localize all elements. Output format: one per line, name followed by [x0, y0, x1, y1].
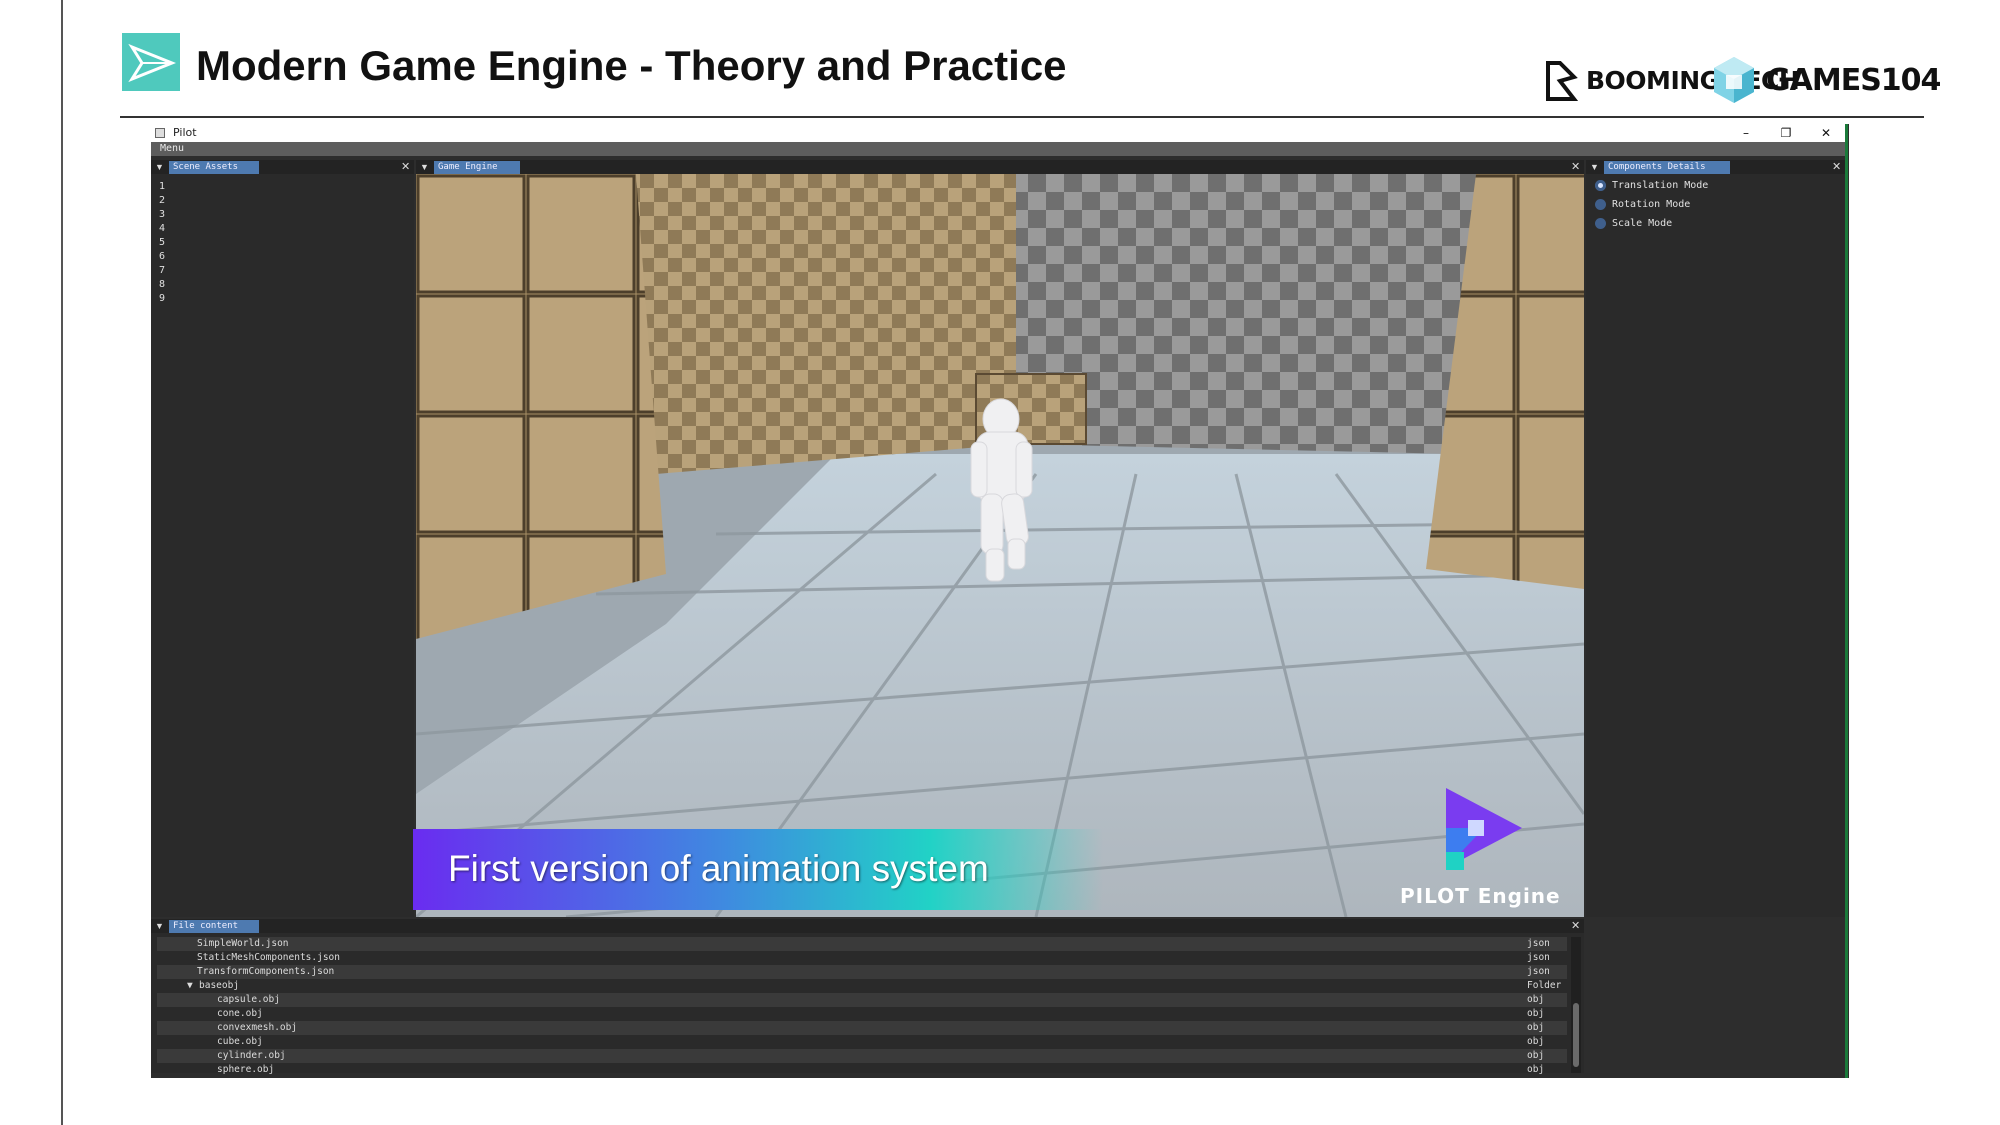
- booming-logo-icon: [1546, 61, 1578, 101]
- scene-assets-panel: ▼ Scene Assets ✕ 1 2 3 4 5 6 7 8 9: [151, 160, 414, 917]
- folder-row[interactable]: ▼ baseobj Folder: [157, 979, 1567, 993]
- menu-button[interactable]: Menu: [160, 143, 184, 154]
- restore-button[interactable]: ❐: [1771, 124, 1801, 142]
- window-edge: [1845, 124, 1848, 1078]
- file-table: SimpleWorld.json json StaticMeshComponen…: [157, 937, 1567, 1077]
- file-type: obj: [1527, 1064, 1545, 1075]
- pilot-engine-logo-icon: [1444, 786, 1524, 876]
- collapse-arrow-icon[interactable]: ▼: [155, 162, 164, 172]
- scene-assets-header: ▼ Scene Assets ✕: [151, 160, 414, 174]
- tab-components-details[interactable]: Components Details: [1604, 161, 1730, 174]
- game-viewport[interactable]: [416, 174, 1584, 917]
- file-type: obj: [1527, 1036, 1545, 1047]
- file-name: cone.obj: [217, 1008, 263, 1019]
- table-row[interactable]: cube.obj obj: [157, 1035, 1567, 1049]
- folder-expand-icon[interactable]: ▼: [187, 979, 193, 993]
- file-type: obj: [1527, 1050, 1545, 1061]
- file-name: capsule.obj: [217, 994, 280, 1005]
- close-icon[interactable]: ✕: [1571, 160, 1580, 174]
- radio-icon[interactable]: [1595, 218, 1606, 229]
- close-icon[interactable]: ✕: [401, 160, 410, 174]
- file-name: cube.obj: [217, 1036, 263, 1047]
- tab-scene-assets[interactable]: Scene Assets: [169, 161, 259, 174]
- table-row[interactable]: cylinder.obj obj: [157, 1049, 1567, 1063]
- file-type: json: [1527, 966, 1550, 977]
- components-panel: ▼ Components Details ✕ Translation Mode …: [1586, 160, 1845, 917]
- file-name: TransformComponents.json: [197, 966, 335, 977]
- games104-logo-text: GAMES104: [1766, 62, 1941, 98]
- file-type: Folder: [1527, 980, 1562, 991]
- file-name: StaticMeshComponents.json: [197, 952, 340, 963]
- pilot-engine-logo-text: PILOT Engine: [1400, 884, 1561, 908]
- close-icon[interactable]: ✕: [1571, 919, 1580, 933]
- minimize-button[interactable]: –: [1731, 124, 1761, 142]
- scene-render: [416, 174, 1584, 917]
- file-type: json: [1527, 938, 1550, 949]
- tab-game-engine[interactable]: Game Engine: [434, 161, 520, 174]
- game-engine-header: ▼ Game Engine ✕: [416, 160, 1584, 174]
- collapse-arrow-icon[interactable]: ▼: [155, 921, 164, 931]
- close-window-button[interactable]: ✕: [1811, 124, 1841, 142]
- mode-radio-group: Translation Mode Rotation Mode Scale Mod…: [1586, 174, 1845, 233]
- list-item[interactable]: 3: [151, 208, 414, 222]
- table-row[interactable]: SimpleWorld.json json: [157, 937, 1567, 951]
- window-title: Pilot: [173, 126, 197, 139]
- radio-selected-icon[interactable]: [1595, 180, 1606, 191]
- list-item[interactable]: 6: [151, 250, 414, 264]
- file-name: cylinder.obj: [217, 1050, 286, 1061]
- table-row[interactable]: cone.obj obj: [157, 1007, 1567, 1021]
- list-item[interactable]: 4: [151, 222, 414, 236]
- list-item[interactable]: 8: [151, 278, 414, 292]
- list-item[interactable]: 7: [151, 264, 414, 278]
- file-name: SimpleWorld.json: [197, 938, 289, 949]
- slide-title: Modern Game Engine - Theory and Practice: [196, 42, 1067, 89]
- file-content-panel: ▼ File content ✕ SimpleWorld.json json S…: [151, 919, 1584, 1075]
- file-scrollbar[interactable]: [1571, 937, 1581, 1073]
- file-type: obj: [1527, 994, 1545, 1005]
- table-row[interactable]: capsule.obj obj: [157, 993, 1567, 1007]
- rotation-mode-label: Rotation Mode: [1612, 199, 1691, 210]
- video-caption: First version of animation system: [448, 848, 989, 889]
- pilot-app-window: Pilot – ❐ ✕ Menu ▼ Scene Assets ✕ 1 2 3 …: [151, 124, 1849, 1078]
- scrollbar-thumb[interactable]: [1573, 1003, 1579, 1067]
- collapse-arrow-icon[interactable]: ▼: [420, 162, 429, 172]
- rotation-mode-option[interactable]: Rotation Mode: [1586, 195, 1845, 214]
- scale-mode-label: Scale Mode: [1612, 218, 1673, 229]
- games104-logo: GAMES104: [1712, 52, 1941, 108]
- games104-cube-icon: [1714, 57, 1754, 103]
- file-content-header: ▼ File content ✕: [151, 919, 1584, 933]
- table-row[interactable]: TransformComponents.json json: [157, 965, 1567, 979]
- app-icon: [155, 128, 165, 138]
- radio-icon[interactable]: [1595, 199, 1606, 210]
- scale-mode-option[interactable]: Scale Mode: [1586, 214, 1845, 233]
- table-row[interactable]: StaticMeshComponents.json json: [157, 951, 1567, 965]
- translation-mode-label: Translation Mode: [1612, 180, 1709, 191]
- scene-assets-list: 1 2 3 4 5 6 7 8 9: [151, 174, 414, 306]
- list-item[interactable]: 2: [151, 194, 414, 208]
- table-row[interactable]: sphere.obj obj: [157, 1063, 1567, 1077]
- list-item[interactable]: 1: [151, 180, 414, 194]
- table-row[interactable]: convexmesh.obj obj: [157, 1021, 1567, 1035]
- components-header: ▼ Components Details ✕: [1586, 160, 1845, 174]
- window-titlebar[interactable]: Pilot – ❐ ✕: [151, 124, 1845, 142]
- file-name: baseobj: [199, 980, 240, 991]
- file-type: obj: [1527, 1008, 1545, 1019]
- list-item[interactable]: 9: [151, 292, 414, 306]
- slide-logo-icon: [122, 33, 180, 91]
- translation-mode-option[interactable]: Translation Mode: [1586, 176, 1845, 195]
- file-type: obj: [1527, 1022, 1545, 1033]
- file-type: json: [1527, 952, 1550, 963]
- close-icon[interactable]: ✕: [1832, 160, 1841, 174]
- slide-left-rule: [61, 0, 63, 1125]
- header-divider: [120, 116, 1924, 118]
- menu-bar: Menu: [151, 142, 1845, 156]
- file-name: convexmesh.obj: [217, 1022, 298, 1033]
- tab-file-content[interactable]: File content: [169, 920, 259, 933]
- collapse-arrow-icon[interactable]: ▼: [1590, 162, 1599, 172]
- file-name: sphere.obj: [217, 1064, 275, 1075]
- list-item[interactable]: 5: [151, 236, 414, 250]
